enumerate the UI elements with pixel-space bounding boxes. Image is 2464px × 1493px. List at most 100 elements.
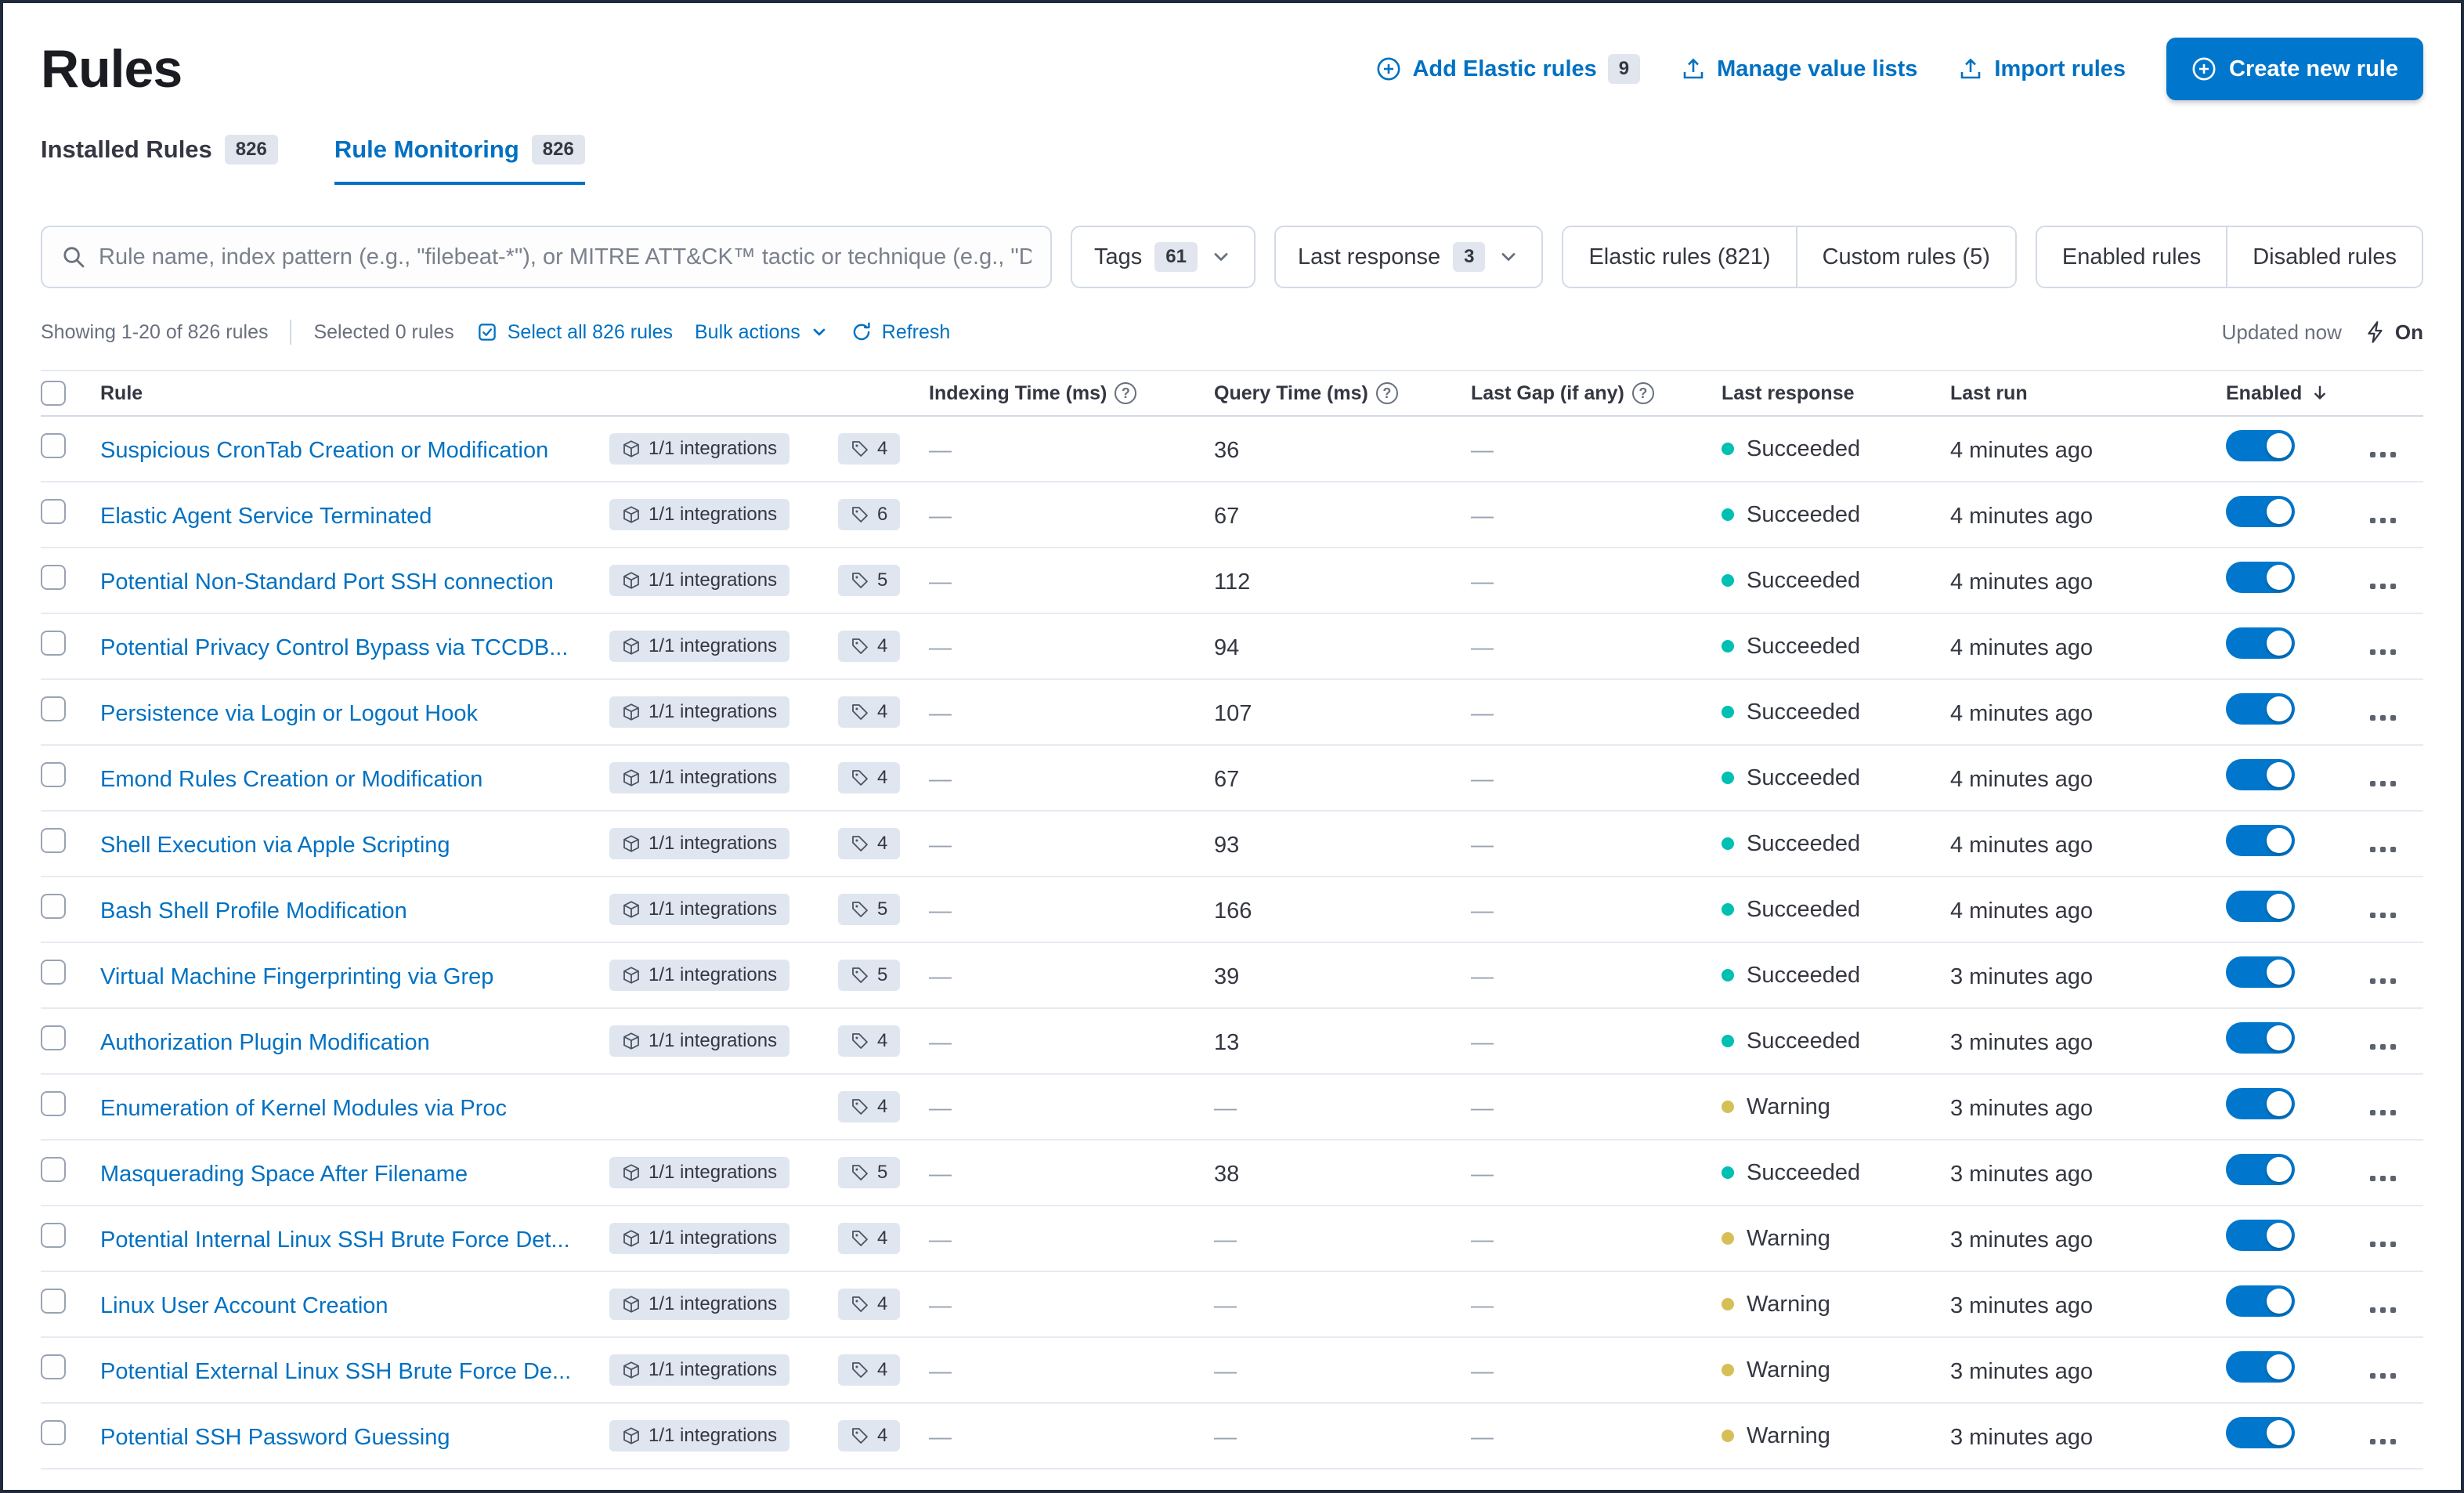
enabled-toggle[interactable] [2226,956,2295,988]
tags-badge[interactable]: 4 [838,433,901,465]
enabled-toggle[interactable] [2226,1154,2295,1185]
row-checkbox[interactable] [41,1354,66,1379]
row-checkbox[interactable] [41,960,66,985]
tags-badge[interactable]: 4 [838,1091,901,1122]
tags-filter-button[interactable]: Tags 61 [1070,226,1255,288]
tags-badge[interactable]: 6 [838,499,901,530]
enabled-rules-filter-button[interactable]: Enabled rules [2036,227,2227,287]
enabled-toggle[interactable] [2226,1088,2295,1119]
tags-badge[interactable]: 4 [838,1354,901,1386]
row-checkbox[interactable] [41,1025,66,1050]
row-actions-button[interactable] [2367,446,2399,464]
integrations-badge[interactable]: 1/1 integrations [609,1025,790,1057]
row-checkbox[interactable] [41,631,66,656]
integrations-badge[interactable]: 1/1 integrations [609,499,790,530]
integrations-badge[interactable]: 1/1 integrations [609,433,790,465]
question-in-circle-icon[interactable] [1631,382,1654,404]
select-all-checkbox[interactable] [41,381,66,406]
tags-badge[interactable]: 4 [838,631,901,662]
rule-name-link[interactable]: Elastic Agent Service Terminated [100,504,432,529]
column-header-indexing-time[interactable]: Indexing Time (ms) [929,382,1214,405]
column-header-last-response[interactable]: Last response [1722,382,1950,405]
rule-name-link[interactable]: Potential Privacy Control Bypass via TCC… [100,635,568,660]
integrations-badge[interactable]: 1/1 integrations [609,1289,790,1320]
enabled-toggle[interactable] [2226,1285,2295,1317]
column-header-query-time[interactable]: Query Time (ms) [1214,382,1471,405]
tab-rule-monitoring[interactable]: Rule Monitoring 826 [334,135,585,185]
row-actions-button[interactable] [2367,577,2399,595]
enabled-toggle[interactable] [2226,627,2295,659]
rule-name-link[interactable]: Bash Shell Profile Modification [100,898,407,924]
enabled-toggle[interactable] [2226,759,2295,790]
import-rules-button[interactable]: Import rules [1958,56,2126,82]
integrations-badge[interactable]: 1/1 integrations [609,631,790,662]
tags-badge[interactable]: 5 [838,894,901,925]
enabled-toggle[interactable] [2226,693,2295,725]
rule-name-link[interactable]: Potential Internal Linux SSH Brute Force… [100,1227,570,1253]
rule-name-link[interactable]: Authorization Plugin Modification [100,1030,430,1055]
row-checkbox[interactable] [41,433,66,458]
row-checkbox[interactable] [41,1420,66,1445]
row-checkbox[interactable] [41,1091,66,1116]
tags-badge[interactable]: 5 [838,565,901,596]
tags-badge[interactable]: 5 [838,1157,901,1188]
integrations-badge[interactable]: 1/1 integrations [609,894,790,925]
integrations-badge[interactable]: 1/1 integrations [609,960,790,991]
row-actions-button[interactable] [2367,775,2399,793]
row-checkbox[interactable] [41,762,66,787]
rule-name-link[interactable]: Shell Execution via Apple Scripting [100,833,450,858]
add-elastic-rules-button[interactable]: Add Elastic rules 9 [1376,54,1641,84]
row-checkbox[interactable] [41,499,66,524]
row-actions-button[interactable] [2367,709,2399,727]
row-actions-button[interactable] [2367,1301,2399,1319]
row-checkbox[interactable] [41,1223,66,1248]
integrations-badge[interactable]: 1/1 integrations [609,762,790,793]
question-in-circle-icon[interactable] [1115,382,1137,404]
tab-installed-rules[interactable]: Installed Rules 826 [41,135,278,185]
enabled-toggle[interactable] [2226,1351,2295,1383]
enabled-toggle[interactable] [2226,496,2295,527]
search-input[interactable] [99,244,1031,270]
column-header-last-gap[interactable]: Last Gap (if any) [1471,382,1722,405]
row-actions-button[interactable] [2367,1169,2399,1188]
row-actions-button[interactable] [2367,840,2399,859]
tags-badge[interactable]: 4 [838,1025,901,1057]
row-actions-button[interactable] [2367,906,2399,924]
enabled-toggle[interactable] [2226,891,2295,922]
row-actions-button[interactable] [2367,1235,2399,1253]
integrations-badge[interactable]: 1/1 integrations [609,1420,790,1451]
row-checkbox[interactable] [41,1157,66,1182]
tags-badge[interactable]: 5 [838,960,901,991]
question-in-circle-icon[interactable] [1375,382,1398,404]
column-header-last-run[interactable]: Last run [1950,382,2226,405]
bulk-actions-button[interactable]: Bulk actions [695,321,829,344]
rule-name-link[interactable]: Masquerading Space After Filename [100,1162,468,1187]
rule-name-link[interactable]: Emond Rules Creation or Modification [100,767,482,792]
auto-refresh-button[interactable]: On [2364,320,2423,345]
integrations-badge[interactable]: 1/1 integrations [609,1157,790,1188]
integrations-badge[interactable]: 1/1 integrations [609,1354,790,1386]
enabled-toggle[interactable] [2226,1220,2295,1251]
row-actions-button[interactable] [2367,1367,2399,1385]
rule-name-link[interactable]: Virtual Machine Fingerprinting via Grep [100,964,493,989]
tags-badge[interactable]: 4 [838,1223,901,1254]
enabled-toggle[interactable] [2226,430,2295,461]
row-actions-button[interactable] [2367,1104,2399,1122]
last-response-filter-button[interactable]: Last response 3 [1274,226,1544,288]
enabled-toggle[interactable] [2226,1022,2295,1054]
create-new-rule-button[interactable]: Create new rule [2166,38,2423,100]
row-actions-button[interactable] [2367,1038,2399,1056]
rule-name-link[interactable]: Potential SSH Password Guessing [100,1425,450,1450]
enabled-toggle[interactable] [2226,1417,2295,1448]
tags-badge[interactable]: 4 [838,696,901,728]
select-all-button[interactable]: Select all 826 rules [476,321,673,344]
integrations-badge[interactable]: 1/1 integrations [609,565,790,596]
manage-value-lists-button[interactable]: Manage value lists [1681,56,1917,82]
tags-badge[interactable]: 4 [838,762,901,793]
integrations-badge[interactable]: 1/1 integrations [609,696,790,728]
tags-badge[interactable]: 4 [838,1420,901,1451]
row-checkbox[interactable] [41,565,66,590]
integrations-badge[interactable]: 1/1 integrations [609,828,790,859]
enabled-toggle[interactable] [2226,825,2295,856]
refresh-button[interactable]: Refresh [851,321,950,344]
